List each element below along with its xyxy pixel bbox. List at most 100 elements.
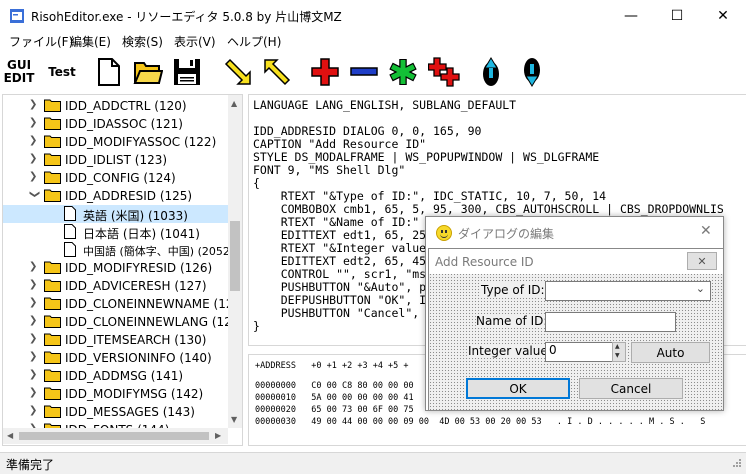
expand-icon[interactable]: ❯ (29, 261, 39, 273)
add-resource-button[interactable] (308, 56, 342, 88)
tree-item-label: IDD_ITEMSEARCH (130) (65, 333, 207, 347)
move-up-button[interactable] (260, 56, 294, 88)
tree-item[interactable]: ❯ IDD_ADVICERESH (127) (3, 277, 242, 295)
move-down-button[interactable] (221, 56, 255, 88)
tree-item[interactable]: ❯ IDD_IDASSOC (121) (3, 115, 242, 133)
open-file-button[interactable] (131, 56, 165, 88)
tree-item-label: 英語 (米国) (1033) (83, 209, 188, 223)
close-button[interactable]: ✕ (700, 0, 746, 31)
code-line: LANGUAGE LANG_ENGLISH, SUBLANG_DEFAULT (253, 98, 517, 112)
tree-item[interactable]: 日本語 (日本) (1041) (3, 223, 242, 241)
ok-button[interactable]: OK (466, 378, 570, 399)
scroll-up-icon[interactable]: ▲ (231, 99, 237, 108)
move-item-down-button[interactable] (515, 56, 549, 88)
expand-icon[interactable]: ❯ (29, 99, 39, 111)
replace-resource-button[interactable] (386, 56, 420, 88)
dialog-editor-close-button[interactable]: ✕ (700, 223, 712, 239)
tree-vscroll-thumb[interactable] (230, 221, 240, 291)
chevron-down-icon[interactable]: ⌄ (696, 282, 705, 295)
tree-item[interactable]: ❯ IDD_IDLIST (123) (3, 151, 242, 169)
folder-icon (44, 117, 61, 130)
name-of-id-field[interactable] (545, 312, 676, 332)
menu-edit[interactable]: 編集(E) (70, 33, 111, 50)
new-file-button[interactable] (92, 56, 126, 88)
resize-grip-icon[interactable] (730, 458, 742, 470)
auto-button[interactable]: Auto (631, 342, 710, 363)
gui-edit-button[interactable]: GUI EDIT (2, 56, 36, 88)
maximize-button[interactable]: ☐ (654, 0, 700, 31)
clone-resource-button[interactable] (427, 56, 461, 88)
expand-icon[interactable]: ❯ (29, 387, 39, 399)
app-icon (10, 9, 24, 23)
dialog-title: Add Resource ID (435, 255, 534, 269)
expand-icon[interactable]: ❯ (29, 171, 39, 183)
tree-hscroll-thumb[interactable] (19, 432, 209, 440)
integer-spinner[interactable]: ▲ ▼ (612, 342, 626, 362)
scroll-right-icon[interactable]: ▶ (215, 431, 221, 440)
expand-icon[interactable]: ❯ (29, 135, 39, 147)
tree-item[interactable]: ❯ IDD_ADDCTRL (120) (3, 97, 242, 115)
expand-icon[interactable]: ❯ (29, 297, 39, 309)
expand-icon[interactable]: ❯ (29, 153, 39, 165)
folder-icon (44, 189, 61, 202)
tree-item[interactable]: ❯ IDD_ITEMSEARCH (130) (3, 331, 242, 349)
tree-item[interactable]: ❯ IDD_ADDRESID (125) (3, 187, 242, 205)
tree-item[interactable]: ❯ IDD_MODIFYASSOC (122) (3, 133, 242, 151)
spin-down-icon[interactable]: ▼ (615, 352, 620, 359)
expand-icon[interactable]: ❯ (29, 351, 39, 363)
code-line: IDD_ADDRESID DIALOG 0, 0, 165, 90 (253, 124, 482, 138)
hex-row: 00000000 C0 00 C8 80 00 00 00 (255, 381, 414, 391)
menu-search[interactable]: 検索(S) (122, 33, 163, 50)
code-line: EDITTEXT edt2, 65, 45 (253, 254, 427, 268)
folder-icon (44, 315, 61, 328)
tree-item-label: IDD_MODIFYRESID (126) (65, 261, 213, 275)
tree-horizontal-scrollbar[interactable]: ◀ ▶ (3, 428, 228, 444)
tree-item[interactable]: ❯ IDD_ADDMSG (141) (3, 367, 242, 385)
dialog-title-bar: Add Resource ID ✕ (429, 249, 723, 274)
move-item-up-button[interactable] (474, 56, 508, 88)
scroll-down-icon[interactable]: ▼ (231, 415, 237, 424)
expand-icon[interactable]: ❯ (29, 405, 39, 417)
tree-item[interactable]: ❯ IDD_VERSIONINFO (140) (3, 349, 242, 367)
code-line: CAPTION "Add Resource ID" (253, 137, 427, 151)
tree-item[interactable]: ❯ IDD_MODIFYRESID (126) (3, 259, 242, 277)
menu-bar: ファイル(F) 編集(E) 検索(S) 表示(V) ヘルプ(H) (0, 31, 746, 51)
tree-item[interactable]: 中国語 (簡体字、中国) (2052) (3, 241, 242, 259)
menu-help[interactable]: ヘルプ(H) (227, 33, 281, 50)
tree-item[interactable]: ❯ IDD_MESSAGES (143) (3, 403, 242, 421)
delete-resource-button[interactable] (347, 56, 381, 88)
double-plus-icon (428, 57, 460, 87)
minimize-button[interactable]: — (608, 0, 654, 31)
tree-item[interactable]: ❯ IDD_CONFIG (124) (3, 169, 242, 187)
resource-tree[interactable]: ❯ IDD_ADDCTRL (120) ❯ IDD_IDASSOC (121) … (2, 94, 243, 446)
expand-icon[interactable]: ❯ (29, 315, 39, 327)
tree-item-label: 日本語 (日本) (1041) (83, 227, 200, 241)
expand-icon[interactable]: ❯ (29, 279, 39, 291)
arrow-up-icon (483, 57, 499, 86)
tree-item[interactable]: ❯ IDD_MODIFYMSG (142) (3, 385, 242, 403)
tree-item-label: IDD_ADDMSG (141) (65, 369, 184, 383)
folder-icon (44, 387, 61, 400)
test-button[interactable]: Test (44, 56, 80, 88)
collapse-icon[interactable]: ❯ (28, 190, 40, 200)
type-of-id-combobox[interactable]: ⌄ (545, 281, 711, 301)
folder-icon (44, 153, 61, 166)
tree-item[interactable]: ❯ IDD_CLONEINNEWLANG (129) (3, 313, 242, 331)
expand-icon[interactable]: ❯ (29, 369, 39, 381)
menu-view[interactable]: 表示(V) (174, 33, 216, 50)
tree-item-selected[interactable]: 英語 (米国) (1033) (3, 205, 242, 223)
folder-icon (44, 261, 61, 274)
menu-file[interactable]: ファイル(F) (9, 33, 73, 50)
spin-up-icon[interactable]: ▲ (615, 343, 620, 350)
integer-value-field[interactable]: 0 (545, 342, 613, 362)
save-button[interactable] (170, 56, 204, 88)
expand-icon[interactable]: ❯ (29, 117, 39, 129)
tree-item[interactable]: ❯ IDD_CLONEINNEWNAME (128) (3, 295, 242, 313)
scroll-left-icon[interactable]: ◀ (7, 431, 13, 440)
cancel-button[interactable]: Cancel (579, 378, 683, 399)
tree-vertical-scrollbar[interactable]: ▲ ▼ (228, 95, 242, 428)
dialog-close-button[interactable]: ✕ (687, 252, 717, 270)
expand-icon[interactable]: ❯ (29, 333, 39, 345)
hex-row: 00000030 49 00 44 00 00 00 09 00 4D 00 5… (255, 417, 706, 427)
tree-item-label: IDD_CONFIG (124) (65, 171, 176, 185)
